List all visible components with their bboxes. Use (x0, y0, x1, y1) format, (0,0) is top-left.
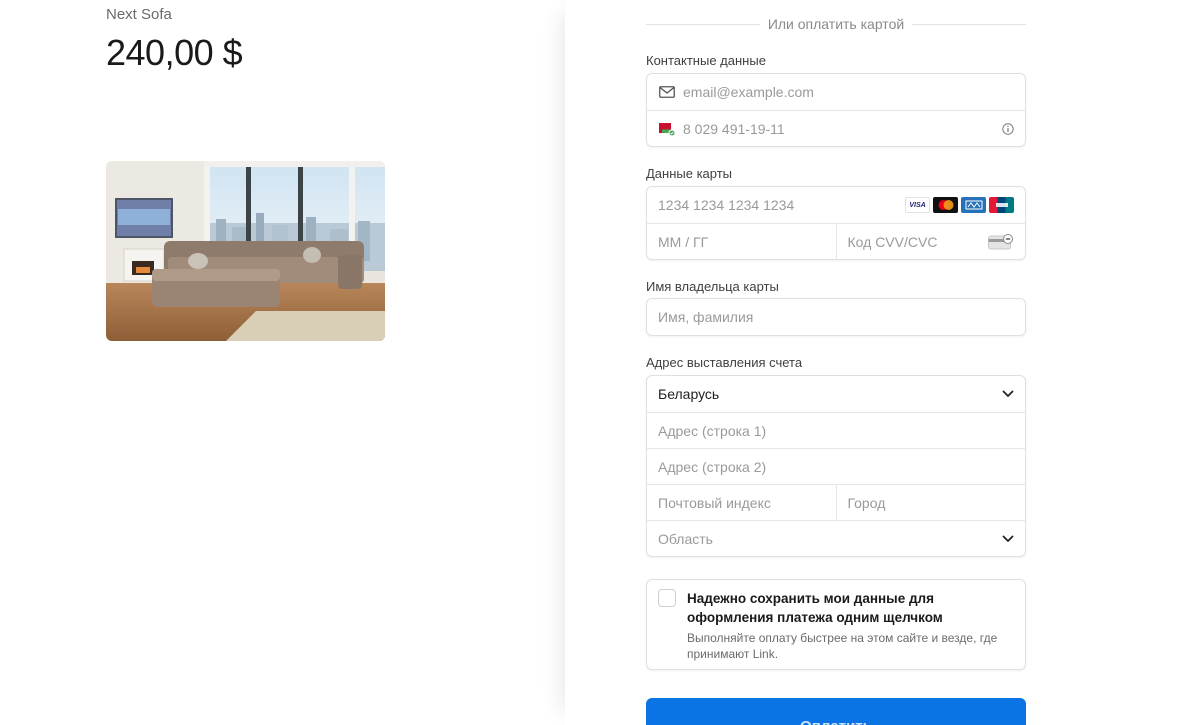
email-row: email@example.com (647, 74, 1025, 110)
phone-row: 8 029 491-19-11 (647, 110, 1025, 146)
product-price: 240,00 $ (106, 32, 243, 73)
billing-group: Беларусь Адрес (строка 1) Адрес (строка … (646, 375, 1026, 557)
pay-button[interactable]: Оплатить (646, 698, 1026, 725)
chevron-down-icon (1002, 535, 1014, 543)
postal-code-field[interactable]: Почтовый индекс (647, 485, 836, 520)
region-select[interactable]: Область (647, 521, 1025, 556)
billing-label: Адрес выставления счета (646, 355, 803, 370)
card-expiry-cvc-row: ММ / ГГ Код CVV/CVC (647, 223, 1025, 259)
card-number-field[interactable]: 1234 1234 1234 1234 VISA (647, 187, 1025, 223)
country-row: Беларусь (647, 376, 1025, 412)
product-image (106, 161, 385, 341)
address-line2-field[interactable]: Адрес (строка 2) (647, 449, 1025, 484)
phone-placeholder: 8 029 491-19-11 (683, 120, 785, 137)
email-field[interactable]: email@example.com (647, 74, 1025, 110)
email-placeholder: email@example.com (683, 84, 814, 100)
expiry-field[interactable]: ММ / ГГ (647, 224, 836, 259)
unionpay-icon (989, 197, 1014, 213)
save-info-checkbox[interactable] (658, 589, 676, 607)
cvc-card-icon (988, 233, 1014, 250)
holder-row: Имя, фамилия (647, 299, 1025, 335)
chevron-down-icon (1002, 390, 1014, 398)
city-placeholder: Город (847, 494, 886, 511)
phone-field[interactable]: 8 029 491-19-11 (647, 111, 1025, 146)
region-placeholder: Область (658, 530, 713, 547)
holder-name-field[interactable]: Имя, фамилия (647, 299, 1025, 335)
cvc-field[interactable]: Код CVV/CVC (835, 224, 1026, 259)
save-info-description: Выполняйте оплату быстрее на этом сайте … (687, 631, 998, 661)
address-line2-placeholder: Адрес (строка 2) (658, 458, 767, 475)
amex-icon (961, 197, 986, 213)
save-info-title: Надежно сохранить мои данные для оформле… (687, 591, 943, 625)
address-line1-field[interactable]: Адрес (строка 1) (647, 413, 1025, 448)
address-line1-row: Адрес (строка 1) (647, 412, 1025, 448)
postal-code-placeholder: Почтовый индекс (658, 494, 771, 511)
payment-panel: Или оплатить картой Контактные данные em… (565, 0, 1196, 725)
postal-city-row: Почтовый индекс Город (647, 484, 1025, 520)
city-field[interactable]: Город (835, 485, 1026, 520)
cvc-placeholder: Код CVV/CVC (847, 233, 938, 250)
divider-line-right (912, 24, 1026, 25)
card-label: Данные карты (646, 166, 733, 181)
expiry-placeholder: ММ / ГГ (658, 233, 709, 250)
holder-group: Имя, фамилия (646, 298, 1026, 336)
card-brands: VISA (905, 197, 1014, 213)
belarus-flag-icon (658, 122, 676, 136)
card-number-row: 1234 1234 1234 1234 VISA (647, 187, 1025, 223)
visa-icon: VISA (905, 197, 930, 213)
holder-name-placeholder: Имя, фамилия (658, 309, 754, 325)
save-info-box: Надежно сохранить мои данные для оформле… (646, 579, 1026, 670)
contact-group: email@example.com 8 029 491-19-11 (646, 73, 1026, 147)
contact-label: Контактные данные (646, 53, 766, 68)
card-group: 1234 1234 1234 1234 VISA ММ / ГГ Код CVV… (646, 186, 1026, 260)
card-number-placeholder: 1234 1234 1234 1234 (658, 197, 795, 213)
address-line2-row: Адрес (строка 2) (647, 448, 1025, 484)
address-line1-placeholder: Адрес (строка 1) (658, 422, 767, 439)
product-name: Next Sofa (106, 6, 172, 23)
pay-by-card-divider: Или оплатить картой (646, 15, 1026, 33)
country-select[interactable]: Беларусь (647, 376, 1025, 412)
envelope-icon (658, 85, 676, 99)
country-value: Беларусь (658, 386, 720, 402)
sofa-photo (106, 161, 385, 341)
info-icon[interactable] (1002, 122, 1014, 135)
region-row: Область (647, 520, 1025, 556)
holder-label: Имя владельца карты (646, 279, 779, 294)
mastercard-icon (933, 197, 958, 213)
